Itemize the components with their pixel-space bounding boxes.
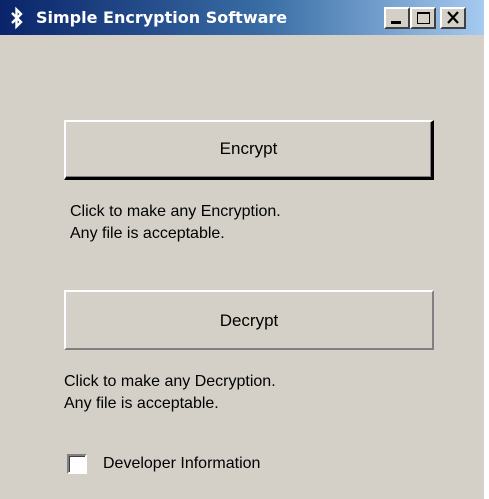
decrypt-description: Click to make any Decryption. Any file i…	[64, 371, 276, 415]
encrypt-description-line-2: Any file is acceptable.	[70, 225, 225, 242]
app-window: Simple Encryption Software Encrypt Click…	[0, 0, 484, 499]
decrypt-button[interactable]: Decrypt	[64, 290, 434, 350]
minimize-icon	[391, 21, 401, 24]
developer-information-label[interactable]: Developer Information	[103, 453, 260, 475]
encrypt-button[interactable]: Encrypt	[64, 120, 434, 180]
decrypt-description-line-2: Any file is acceptable.	[64, 395, 219, 412]
developer-information-checkbox[interactable]	[67, 454, 87, 474]
decrypt-description-line-1: Click to make any Decryption.	[64, 373, 276, 390]
minimize-button[interactable]	[384, 7, 410, 29]
bluetooth-icon	[7, 6, 27, 30]
window-title: Simple Encryption Software	[36, 8, 288, 27]
close-icon	[447, 11, 459, 24]
encrypt-description: Click to make any Encryption. Any file i…	[70, 201, 281, 245]
maximize-icon	[417, 12, 430, 24]
encrypt-description-line-1: Click to make any Encryption.	[70, 203, 281, 220]
title-bar[interactable]: Simple Encryption Software	[0, 0, 484, 35]
close-button[interactable]	[440, 7, 466, 29]
maximize-button[interactable]	[410, 7, 436, 29]
